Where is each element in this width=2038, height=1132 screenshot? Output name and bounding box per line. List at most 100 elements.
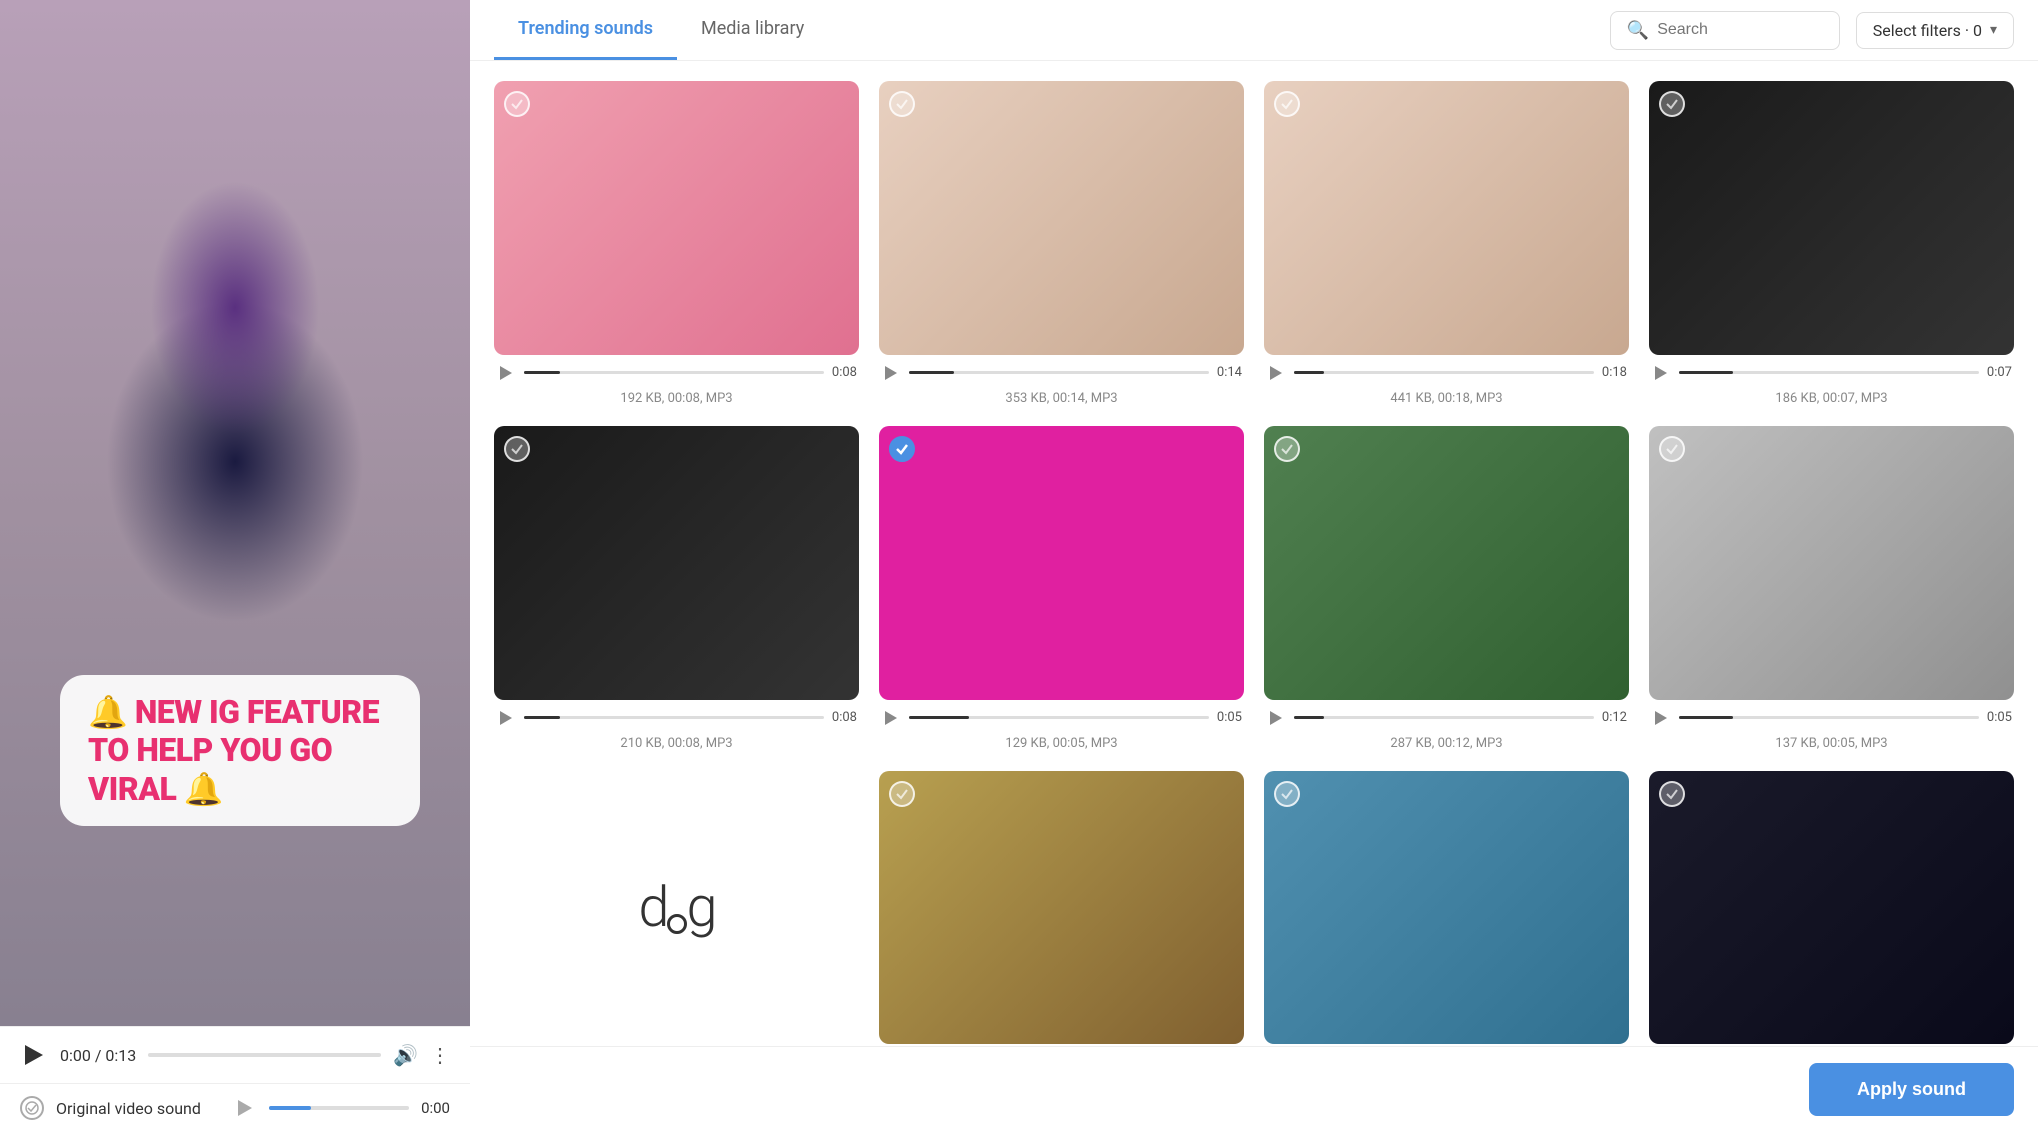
card-progress-fill bbox=[909, 716, 969, 719]
card-progress-fill bbox=[1679, 716, 1733, 719]
card-play-button[interactable] bbox=[496, 708, 516, 728]
tab-media-library[interactable]: Media library bbox=[677, 0, 828, 60]
card-meta: 353 KB, 00:14, MP3 bbox=[879, 391, 1244, 406]
card-progress-bar[interactable] bbox=[524, 716, 824, 719]
sound-card[interactable]: 0:08 192 KB, 00:08, MP3 bbox=[494, 81, 859, 406]
search-box[interactable]: 🔍 bbox=[1610, 11, 1840, 50]
card-time: 0:05 bbox=[1217, 710, 1242, 725]
right-panel: Trending sounds Media library 🔍 Select f… bbox=[470, 0, 2038, 1132]
card-progress-bar[interactable] bbox=[1294, 371, 1594, 374]
play-icon bbox=[25, 1045, 43, 1065]
search-input[interactable] bbox=[1657, 21, 1817, 39]
card-thumbnail[interactable] bbox=[1264, 81, 1629, 355]
sound-card[interactable]: 0:08 210 KB, 00:08, MP3 bbox=[494, 426, 859, 751]
more-options-icon[interactable]: ⋮ bbox=[430, 1043, 450, 1067]
sound-card[interactable]: dg 0:07 184 KB, 00:07, MP3 bbox=[494, 771, 859, 1047]
card-checkbox[interactable] bbox=[1659, 436, 1685, 462]
overlay-bubble: 🔔 NEW IG FEATURE TO HELP YOU GO VIRAL 🔔 bbox=[60, 675, 420, 826]
card-play-button[interactable] bbox=[881, 708, 901, 728]
sound-card[interactable]: 0:14 353 KB, 00:14, MP3 bbox=[879, 81, 1244, 406]
card-thumbnail[interactable]: dg bbox=[494, 771, 859, 1045]
card-progress-bar[interactable] bbox=[524, 371, 824, 374]
card-progress-bar[interactable] bbox=[1679, 371, 1979, 374]
card-thumbnail[interactable] bbox=[1649, 81, 2014, 355]
card-checkbox[interactable] bbox=[1274, 436, 1300, 462]
card-thumbnail[interactable] bbox=[1264, 426, 1629, 700]
sound-card[interactable]: 0:12 287 KB, 00:12, MP3 bbox=[1264, 426, 1629, 751]
card-checkbox[interactable] bbox=[504, 436, 530, 462]
card-thumbnail[interactable] bbox=[1264, 771, 1629, 1045]
card-meta: 287 KB, 00:12, MP3 bbox=[1264, 736, 1629, 751]
apply-sound-button[interactable]: Apply sound bbox=[1809, 1063, 2014, 1116]
card-thumbnail[interactable] bbox=[1649, 426, 2014, 700]
card-controls: 0:05 bbox=[879, 708, 1244, 728]
chevron-down-icon: ▾ bbox=[1990, 22, 1997, 38]
card-thumbnail[interactable] bbox=[494, 426, 859, 700]
card-time: 0:18 bbox=[1602, 365, 1627, 380]
card-progress-bar[interactable] bbox=[1679, 716, 1979, 719]
sound-progress-bar[interactable] bbox=[269, 1106, 409, 1110]
sound-play-button[interactable] bbox=[233, 1096, 257, 1120]
play-icon bbox=[885, 711, 897, 725]
card-meta: 210 KB, 00:08, MP3 bbox=[494, 736, 859, 751]
play-icon bbox=[885, 366, 897, 380]
card-thumbnail[interactable] bbox=[1649, 771, 2014, 1045]
sound-card[interactable]: 0:18 441 KB, 00:18, MP3 bbox=[1264, 81, 1629, 406]
card-checkbox[interactable] bbox=[1659, 91, 1685, 117]
card-checkbox[interactable] bbox=[504, 781, 530, 807]
card-controls: 0:18 bbox=[1264, 363, 1629, 383]
card-meta: 192 KB, 00:08, MP3 bbox=[494, 391, 859, 406]
tab-trending-sounds[interactable]: Trending sounds bbox=[494, 0, 677, 60]
card-controls: 0:05 bbox=[1649, 708, 2014, 728]
tabs: Trending sounds Media library bbox=[494, 0, 1610, 60]
card-play-button[interactable] bbox=[1651, 363, 1671, 383]
card-thumbnail[interactable] bbox=[879, 771, 1244, 1045]
card-checkbox[interactable] bbox=[1274, 781, 1300, 807]
card-meta: 137 KB, 00:05, MP3 bbox=[1649, 736, 2014, 751]
card-checkbox[interactable] bbox=[1659, 781, 1685, 807]
card-play-button[interactable] bbox=[1266, 708, 1286, 728]
card-progress-bar[interactable] bbox=[909, 371, 1209, 374]
video-play-button[interactable] bbox=[20, 1041, 48, 1069]
card-progress-fill bbox=[909, 371, 954, 374]
video-thumbnail: 🔔 NEW IG FEATURE TO HELP YOU GO VIRAL 🔔 bbox=[0, 0, 470, 1026]
filter-button[interactable]: Select filters · 0 ▾ bbox=[1856, 12, 2014, 49]
play-icon bbox=[1655, 711, 1667, 725]
sound-card[interactable]: 0:07 186 KB, 00:07, MP3 bbox=[1649, 81, 2014, 406]
overlay-text: 🔔 NEW IG FEATURE TO HELP YOU GO VIRAL 🔔 bbox=[88, 693, 392, 808]
card-thumbnail[interactable] bbox=[494, 81, 859, 355]
card-meta: 186 KB, 00:07, MP3 bbox=[1649, 391, 2014, 406]
card-controls: 0:08 bbox=[494, 708, 859, 728]
card-checkbox[interactable] bbox=[889, 91, 915, 117]
play-icon bbox=[500, 366, 512, 380]
card-thumbnail[interactable] bbox=[879, 81, 1244, 355]
card-play-button[interactable] bbox=[1651, 708, 1671, 728]
sound-time: 0:00 bbox=[421, 1099, 450, 1117]
card-play-button[interactable] bbox=[496, 363, 516, 383]
sound-card[interactable]: 0:07 166 KB, 00:07, MP3 bbox=[879, 771, 1244, 1047]
sound-card[interactable]: 0:05 129 KB, 00:05, MP3 bbox=[879, 426, 1244, 751]
sound-play-icon bbox=[238, 1100, 252, 1116]
sound-card[interactable]: 0:05 137 KB, 00:05, MP3 bbox=[1649, 426, 2014, 751]
card-progress-bar[interactable] bbox=[1294, 716, 1594, 719]
card-checkbox[interactable] bbox=[1274, 91, 1300, 117]
video-frame bbox=[0, 0, 470, 1026]
sound-card[interactable]: 0:07 175 KB, 00:07, MP3 bbox=[1264, 771, 1629, 1047]
volume-icon[interactable]: 🔊 bbox=[393, 1043, 418, 1067]
card-progress-bar[interactable] bbox=[909, 716, 1209, 719]
card-controls: 0:07 bbox=[1649, 363, 2014, 383]
card-thumbnail[interactable] bbox=[879, 426, 1244, 700]
sound-card[interactable]: 0:05 126 KB, 00:05, MP3 bbox=[1649, 771, 2014, 1047]
play-icon bbox=[1655, 366, 1667, 380]
card-time: 0:12 bbox=[1602, 710, 1627, 725]
card-progress-fill bbox=[1294, 716, 1324, 719]
card-play-button[interactable] bbox=[1266, 363, 1286, 383]
card-checkbox[interactable] bbox=[504, 91, 530, 117]
sound-check-icon bbox=[20, 1096, 44, 1120]
card-meta: 129 KB, 00:05, MP3 bbox=[879, 736, 1244, 751]
card-play-button[interactable] bbox=[881, 363, 901, 383]
video-progress-bar[interactable] bbox=[148, 1053, 381, 1057]
card-progress-fill bbox=[524, 716, 560, 719]
card-checkbox[interactable] bbox=[889, 781, 915, 807]
card-checkbox[interactable] bbox=[889, 436, 915, 462]
